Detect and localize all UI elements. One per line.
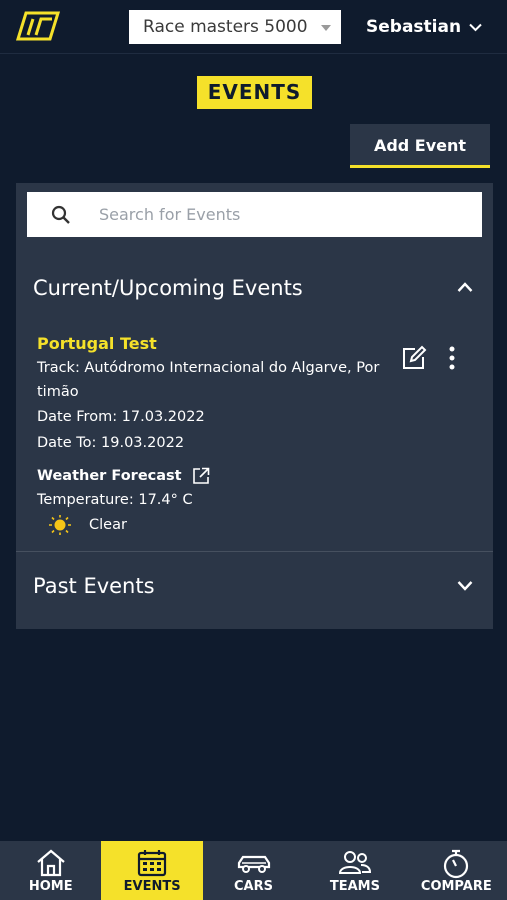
home-icon	[36, 849, 65, 877]
nav-teams[interactable]: TEAMS	[304, 841, 405, 900]
page-title: EVENTS	[197, 76, 312, 109]
current-events-title: Current/Upcoming Events	[33, 276, 303, 300]
more-vertical-icon[interactable]	[445, 345, 459, 371]
past-events-title: Past Events	[33, 574, 155, 598]
stopwatch-icon	[444, 849, 469, 879]
search-placeholder: Search for Events	[99, 205, 241, 224]
nav-home-label: HOME	[28, 879, 73, 894]
weather-condition: Clear	[47, 513, 477, 537]
bottom-navigation: HOME EVENTS CARS TEAMS COMPARE	[0, 841, 507, 900]
external-link-icon	[192, 467, 209, 484]
add-event-button[interactable]: Add Event	[350, 124, 490, 168]
past-events-header[interactable]: Past Events	[16, 566, 493, 606]
sun-icon	[49, 514, 71, 535]
section-divider	[16, 551, 493, 552]
nav-compare[interactable]: COMPARE	[406, 841, 507, 900]
chevron-up-icon	[457, 282, 473, 292]
edit-icon[interactable]	[401, 345, 427, 371]
weather-condition-label: Clear	[89, 516, 127, 533]
app-logo-icon[interactable]	[14, 11, 60, 41]
team-icon	[338, 851, 371, 874]
nav-home[interactable]: HOME	[0, 841, 101, 900]
team-select-value: Race masters 5000	[143, 17, 308, 37]
nav-teams-label: TEAMS	[329, 879, 380, 894]
event-track-continued: timão	[37, 383, 79, 400]
event-temperature: Temperature: 17.4° C	[37, 492, 193, 508]
search-input[interactable]: Search for Events	[27, 192, 482, 237]
top-bar: Race masters 5000 Sebastian	[0, 0, 507, 54]
weather-forecast-link[interactable]: Weather Forecast	[37, 463, 477, 489]
search-icon	[51, 205, 70, 224]
nav-events-label: EVENTS	[123, 879, 181, 894]
chevron-down-icon	[457, 581, 473, 591]
nav-cars-label: CARS	[234, 879, 273, 894]
nav-cars[interactable]: CARS	[203, 841, 304, 900]
nav-events[interactable]: EVENTS	[101, 841, 203, 900]
calendar-icon	[138, 850, 167, 877]
event-date-from: Date From: 17.03.2022	[37, 409, 205, 425]
team-select[interactable]: Race masters 5000	[129, 10, 341, 44]
events-panel: Search for Events Current/Upcoming Event…	[16, 183, 493, 629]
chevron-down-icon	[469, 23, 482, 31]
nav-compare-label: COMPARE	[420, 879, 492, 894]
event-date-to: Date To: 19.03.2022	[37, 434, 185, 451]
user-menu[interactable]: Sebastian	[366, 14, 482, 40]
car-icon	[237, 855, 270, 873]
weather-forecast-title: Weather Forecast	[37, 468, 182, 484]
current-events-header[interactable]: Current/Upcoming Events	[16, 268, 493, 308]
caret-down-icon	[321, 25, 331, 31]
user-name: Sebastian	[366, 17, 462, 37]
